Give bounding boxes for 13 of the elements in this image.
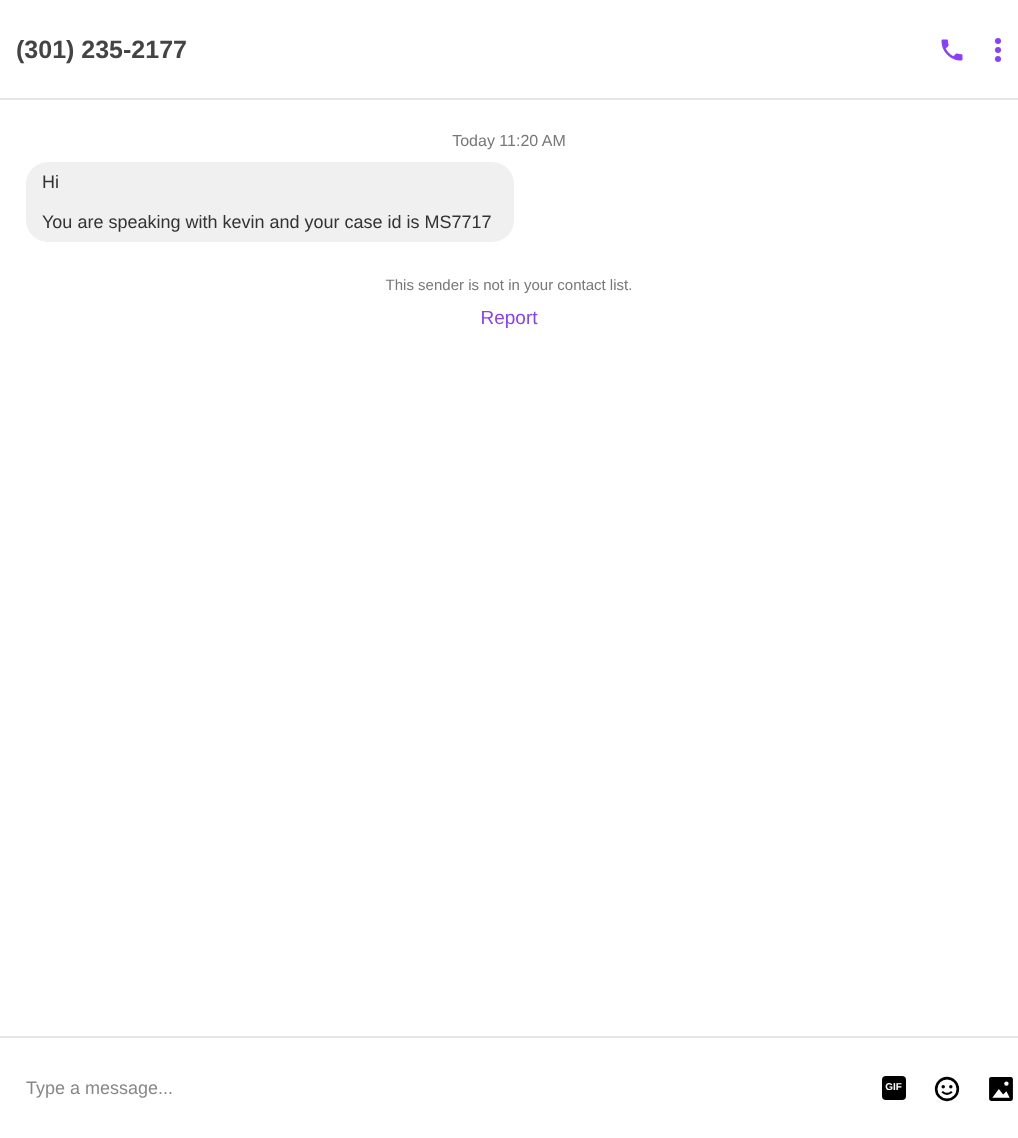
phone-call-button[interactable]	[938, 35, 966, 63]
contact-number: (301) 235-2177	[16, 35, 189, 63]
message-text: You are speaking with kevin and your case id is MS7717	[42, 212, 494, 232]
more-options-button[interactable]	[994, 37, 1002, 61]
message-timestamp: Today 11:20 AM	[452, 132, 566, 150]
emoji-button[interactable]	[934, 1075, 960, 1101]
image-button[interactable]	[988, 1075, 1014, 1101]
phone-icon	[938, 35, 966, 63]
more-vertical-icon	[994, 37, 1002, 61]
report-link[interactable]: Report	[480, 308, 538, 330]
smiley-icon	[934, 1075, 960, 1101]
image-icon	[988, 1075, 1014, 1101]
message-text: Hi	[42, 172, 61, 192]
